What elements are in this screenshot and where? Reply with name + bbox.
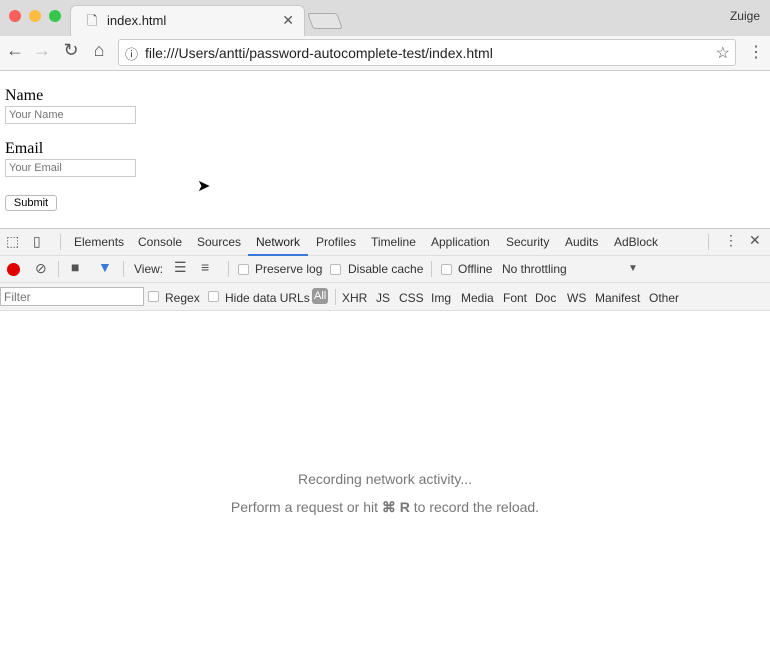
devtools-tab-bar: ⬚ ▯ Elements Console Sources Network Pro… [0, 229, 770, 256]
forward-icon[interactable]: → [32, 40, 52, 61]
menu-icon[interactable]: ⋮ [748, 42, 764, 62]
reload-icon[interactable]: ↻ [61, 40, 81, 61]
profile-name[interactable]: Zuige [730, 9, 760, 23]
reload-hint-prefix: Perform a request or hit [230, 499, 378, 515]
filter-all[interactable]: All [312, 288, 329, 304]
filter-bar: Regex Hide data URLs All XHR JS CSS Img … [0, 283, 770, 311]
disable-cache-checkbox[interactable] [330, 264, 341, 275]
tab-console[interactable]: Console [138, 235, 182, 249]
overview-icon[interactable]: ≡ [201, 259, 209, 275]
filter-manifest[interactable]: Manifest [595, 291, 640, 305]
title-bar: 🗋 index.html ✕ Zuige [0, 0, 770, 36]
name-input[interactable] [5, 106, 136, 124]
new-tab-button[interactable] [307, 13, 343, 29]
filter-ws[interactable]: WS [567, 291, 586, 305]
tab-security[interactable]: Security [506, 235, 549, 249]
tab-close-icon[interactable]: ✕ [282, 12, 294, 29]
regex-checkbox[interactable] [148, 291, 159, 302]
devtools-menu-icon[interactable]: ⋮ [724, 232, 738, 249]
chevron-down-icon[interactable]: ▼ [628, 263, 638, 274]
tab-timeline[interactable]: Timeline [371, 235, 416, 249]
preserve-log-checkbox[interactable] [238, 264, 249, 275]
hide-data-urls-label: Hide data URLs [225, 291, 310, 305]
filter-input[interactable] [0, 287, 144, 306]
tab-title: index.html [107, 13, 167, 28]
regex-label: Regex [165, 291, 200, 305]
tab-elements[interactable]: Elements [74, 235, 124, 249]
disable-cache-label: Disable cache [348, 262, 424, 276]
page-content: Name Email Submit ➤ [0, 72, 770, 228]
close-window-button[interactable] [9, 10, 21, 22]
tab-application[interactable]: Application [431, 235, 490, 249]
network-toolbar: ⊘ ■ ▼ View: ☰ ≡ Preserve log Disable cac… [0, 256, 770, 283]
back-icon[interactable]: ← [5, 40, 25, 61]
view-label: View: [134, 262, 164, 276]
recording-message: Recording network activity... [297, 471, 473, 487]
filter-js[interactable]: JS [376, 291, 390, 305]
capture-screenshots-icon[interactable]: ■ [71, 259, 79, 275]
browser-toolbar: ← → ↻ ⌂ ⓘ file:///Users/antti/password-a… [0, 36, 770, 71]
info-icon[interactable]: ⓘ [125, 44, 138, 63]
bookmark-star-icon[interactable]: ☆ [716, 43, 730, 63]
filter-font[interactable]: Font [503, 291, 527, 305]
clear-icon[interactable]: ⊘ [35, 260, 47, 277]
hide-data-urls-checkbox[interactable] [208, 291, 219, 302]
devtools-panel: ⬚ ▯ Elements Console Sources Network Pro… [0, 228, 770, 669]
offline-label: Offline [458, 262, 493, 276]
zoom-window-button[interactable] [49, 10, 61, 22]
submit-button[interactable]: Submit [5, 195, 57, 211]
inspect-element-icon[interactable]: ⬚ [6, 233, 19, 250]
tab-network[interactable]: Network [256, 235, 300, 249]
filter-css[interactable]: CSS [399, 291, 424, 305]
large-rows-icon[interactable]: ☰ [174, 259, 187, 276]
filter-doc[interactable]: Doc [535, 291, 556, 305]
filter-other[interactable]: Other [649, 291, 679, 305]
throttling-select[interactable]: No throttling [502, 262, 567, 276]
address-bar[interactable]: ⓘ file:///Users/antti/password-autocompl… [118, 39, 736, 66]
preserve-log-label: Preserve log [255, 262, 323, 276]
name-label: Name [5, 87, 44, 104]
tab-adblock[interactable]: AdBlock [614, 235, 658, 249]
filter-xhr[interactable]: XHR [342, 291, 367, 305]
email-label: Email [5, 140, 44, 157]
filter-media[interactable]: Media [461, 291, 494, 305]
browser-tab[interactable]: 🗋 index.html ✕ [70, 5, 305, 36]
tab-sources[interactable]: Sources [197, 235, 241, 249]
reload-hint-suffix: to record the reload. [413, 499, 540, 515]
home-icon[interactable]: ⌂ [89, 40, 109, 61]
devtools-close-icon[interactable]: ✕ [749, 232, 761, 249]
device-toolbar-icon[interactable]: ▯ [33, 233, 41, 250]
record-icon[interactable] [7, 263, 20, 276]
filter-icon[interactable]: ▼ [98, 259, 112, 275]
url-text[interactable]: file:///Users/antti/password-autocomplet… [145, 45, 493, 61]
minimize-window-button[interactable] [29, 10, 41, 22]
tab-profiles[interactable]: Profiles [316, 235, 356, 249]
document-icon: 🗋 [87, 13, 98, 28]
email-input[interactable] [5, 159, 136, 177]
reload-hint: Perform a request or hit ⌘ R to record t… [0, 499, 770, 516]
reload-shortcut: ⌘ R [381, 499, 410, 515]
offline-checkbox[interactable] [441, 264, 452, 275]
mouse-cursor-icon: ➤ [197, 178, 211, 195]
filter-img[interactable]: Img [431, 291, 451, 305]
tab-audits[interactable]: Audits [565, 235, 598, 249]
